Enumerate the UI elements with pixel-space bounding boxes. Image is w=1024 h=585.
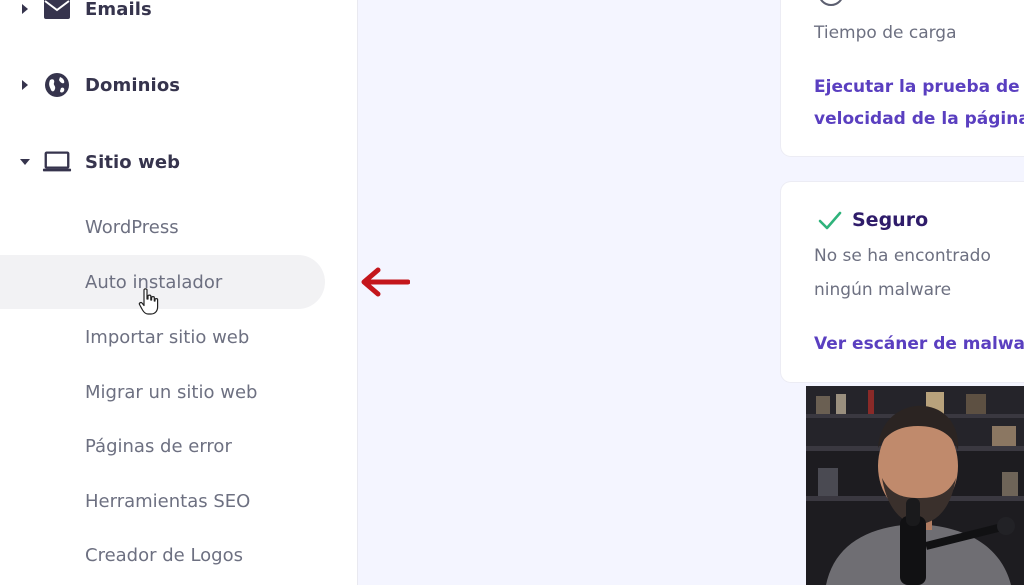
sidebar-item-migrar-sitio-web[interactable]: Migrar un sitio web <box>0 365 325 419</box>
sidebar-item-wordpress[interactable]: WordPress <box>0 200 325 254</box>
sidebar-group-dominios[interactable]: Dominios <box>0 65 340 105</box>
security-description: ningún malware <box>814 280 952 300</box>
sidebar-item-herramientas-seo[interactable]: Herramientas SEO <box>0 474 325 528</box>
presenter-video <box>806 386 1024 585</box>
page-speed-card: Tiempo de carga Ejecutar la prueba de ve… <box>781 0 1024 156</box>
run-speed-test-link[interactable]: velocidad de la página <box>814 103 1024 135</box>
sidebar-item-label: Herramientas SEO <box>85 490 251 512</box>
sidebar: Emails Dominios Sitio web WordPress Auto… <box>0 0 358 585</box>
sidebar-group-label: Dominios <box>85 74 181 96</box>
sidebar-item-label: Creador de Logos <box>85 544 244 566</box>
hand-cursor-icon <box>138 288 159 315</box>
caret-down-icon <box>18 155 32 169</box>
webcam-overlay <box>806 386 1024 585</box>
check-icon <box>818 211 842 230</box>
security-description: No se ha encontrado <box>814 246 991 266</box>
sidebar-group-emails[interactable]: Emails <box>0 0 340 29</box>
sidebar-item-auto-instalador[interactable]: Auto instalador <box>0 255 325 309</box>
speed-subtitle: Tiempo de carga <box>814 23 957 43</box>
sidebar-item-label: Importar sitio web <box>85 326 250 348</box>
caret-right-icon <box>18 2 32 16</box>
annotation-arrow-icon <box>361 267 410 297</box>
globe-icon <box>42 70 72 100</box>
sidebar-item-paginas-de-error[interactable]: Páginas de error <box>0 419 325 473</box>
sidebar-item-creador-de-logos[interactable]: Creador de Logos <box>0 528 325 582</box>
caret-right-icon <box>18 78 32 92</box>
security-status-title: Seguro <box>852 209 929 231</box>
run-speed-test-link[interactable]: Ejecutar la prueba de <box>814 71 1020 103</box>
security-card: Seguro No se ha encontrado ningún malwar… <box>781 182 1024 382</box>
sidebar-group-label: Sitio web <box>85 151 181 173</box>
sidebar-group-sitio-web[interactable]: Sitio web <box>0 142 340 182</box>
sidebar-item-label: WordPress <box>85 216 179 238</box>
sidebar-item-importar-sitio-web[interactable]: Importar sitio web <box>0 310 325 364</box>
sidebar-item-label: Páginas de error <box>85 435 232 457</box>
sidebar-item-label: Migrar un sitio web <box>85 381 258 403</box>
sidebar-group-label: Emails <box>85 0 152 20</box>
info-icon <box>820 0 842 6</box>
laptop-icon <box>42 147 72 177</box>
malware-scanner-link[interactable]: Ver escáner de malware <box>814 328 1024 360</box>
mail-icon <box>42 0 72 24</box>
